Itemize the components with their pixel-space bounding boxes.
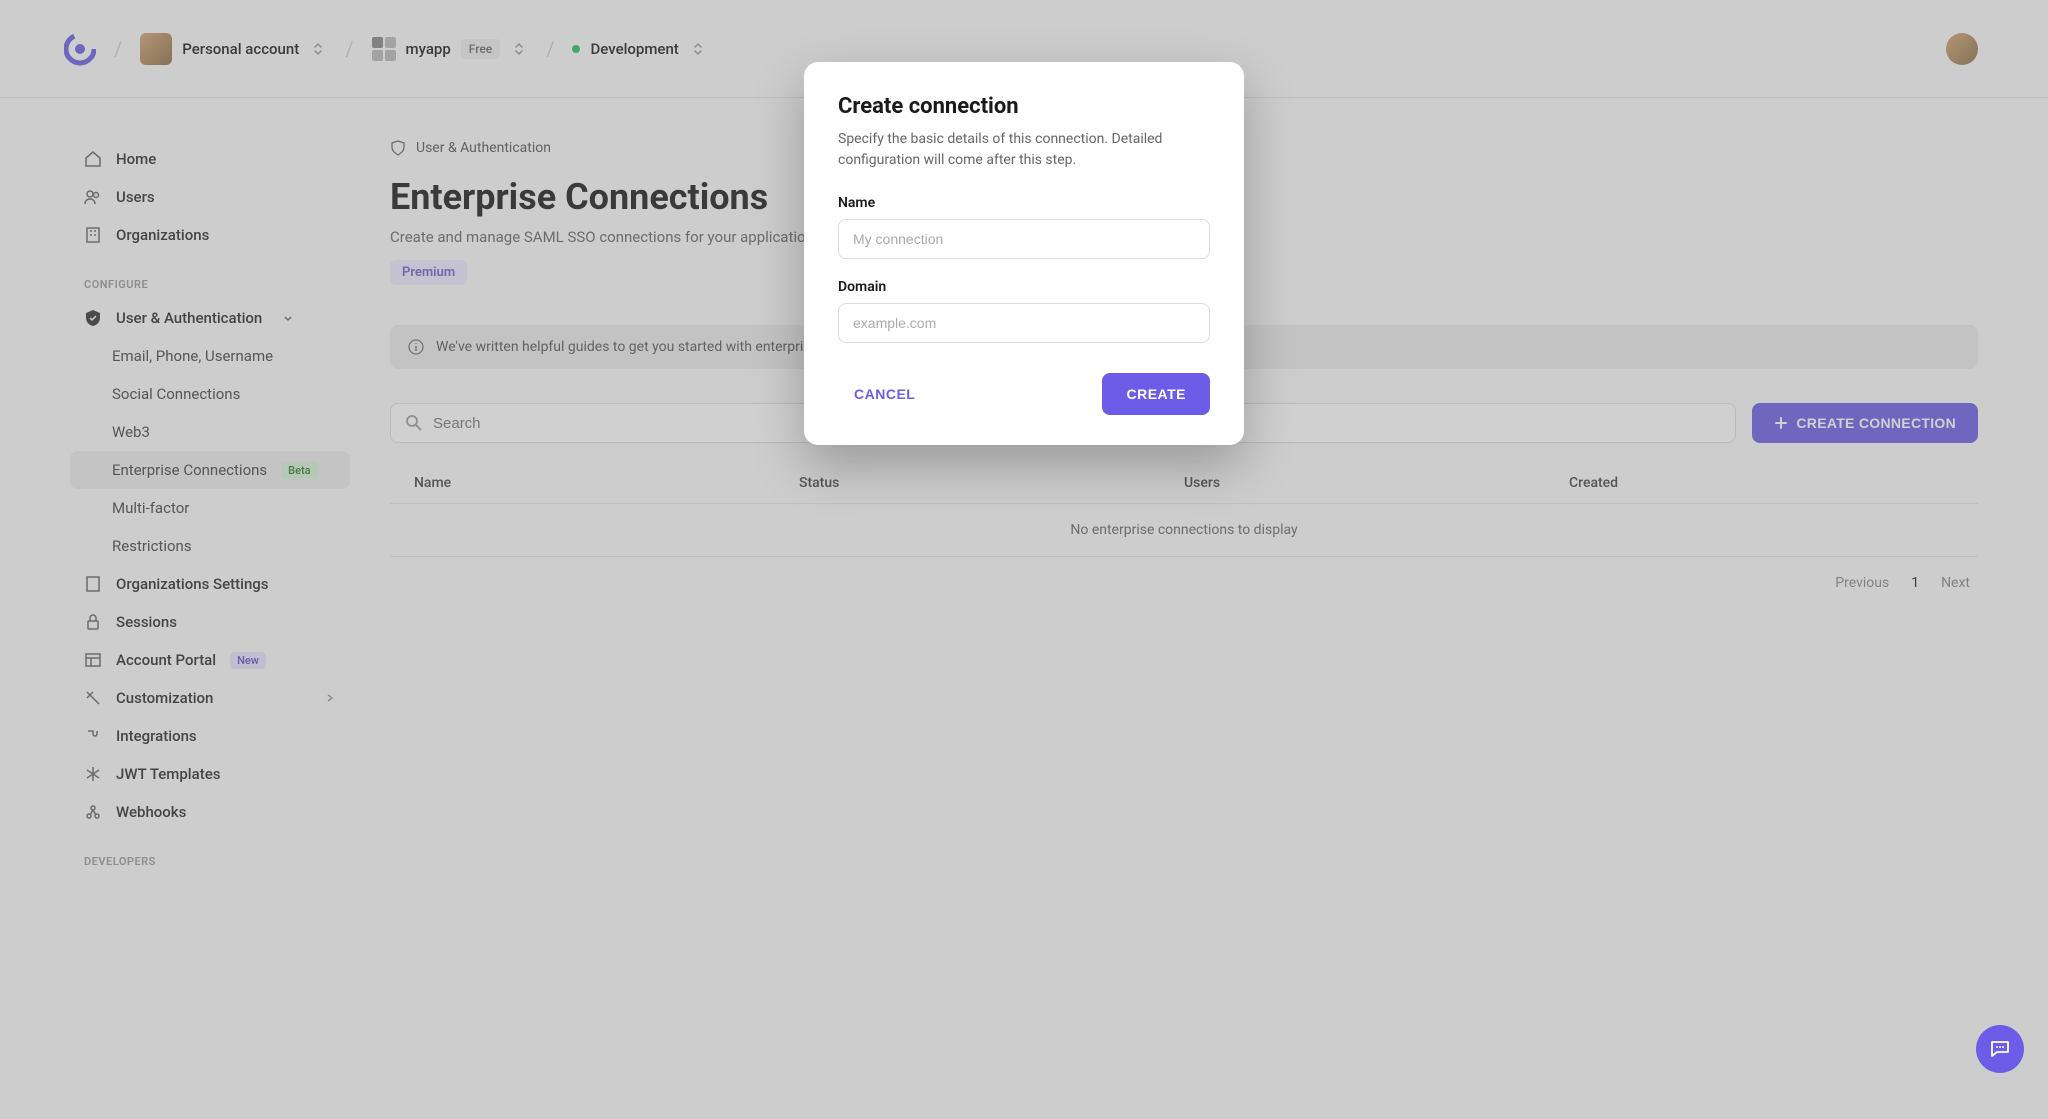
- chat-icon: [1989, 1038, 2011, 1060]
- name-label: Name: [838, 195, 1210, 211]
- cancel-button[interactable]: CANCEL: [838, 374, 931, 414]
- modal-description: Specify the basic details of this connec…: [838, 129, 1210, 171]
- modal-actions: CANCEL CREATE: [838, 373, 1210, 415]
- create-connection-modal: Create connection Specify the basic deta…: [804, 62, 1244, 445]
- create-button[interactable]: CREATE: [1102, 373, 1210, 415]
- modal-title: Create connection: [838, 94, 1210, 119]
- domain-label: Domain: [838, 279, 1210, 295]
- modal-overlay[interactable]: Create connection Specify the basic deta…: [0, 0, 2048, 1119]
- name-input[interactable]: [838, 219, 1210, 259]
- chat-fab[interactable]: [1976, 1025, 2024, 1073]
- domain-input[interactable]: [838, 303, 1210, 343]
